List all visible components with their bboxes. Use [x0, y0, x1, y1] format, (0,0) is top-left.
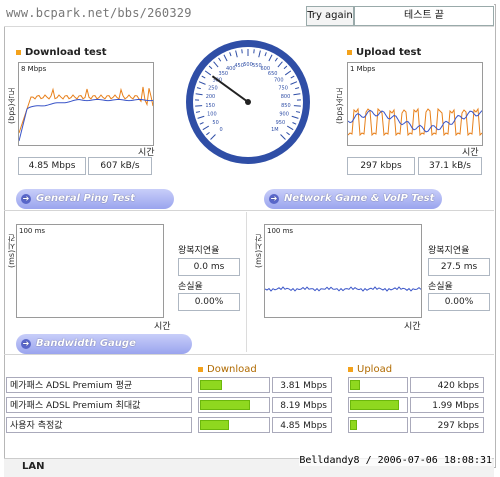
upload-value: 420 kbps	[410, 377, 484, 393]
watermark-text: Belldandy8 / 2006-07-06 18:08:31	[299, 455, 492, 466]
download-value: 4.85 Mbps	[272, 417, 332, 433]
bandwidth-gauge-tab[interactable]: ➔ Bandwidth Gauge	[16, 334, 192, 354]
game-loss-value: 0.00%	[428, 293, 490, 311]
download-bar	[198, 397, 270, 413]
orange-square-icon	[16, 50, 21, 55]
game-time-label: 시간	[404, 319, 421, 332]
bandwidth-upload-header-text: Upload	[357, 364, 392, 375]
download-title-text: Download test	[25, 47, 107, 58]
divider-vertical	[246, 212, 247, 352]
download-bar	[198, 417, 270, 433]
divider-top	[4, 210, 494, 211]
ping-time-label: 시간	[154, 319, 171, 332]
game-rtt-label: 왕복지연율	[428, 243, 469, 256]
upload-bar-fill	[350, 380, 360, 390]
upload-bar-fill	[350, 420, 357, 430]
orange-square-icon	[348, 367, 353, 372]
ping-scale: 100 ms	[19, 227, 45, 235]
download-axis-label: (bps)속도	[6, 66, 17, 124]
upload-chart: 1 Mbps	[347, 62, 483, 146]
gauge-tick-label: 650	[268, 71, 278, 77]
try-again-button[interactable]: Try again	[306, 6, 354, 26]
upload-bar	[348, 417, 408, 433]
game-loss-label: 손실율	[428, 279, 453, 292]
download-series-orange	[19, 87, 153, 133]
upload-series-orange	[348, 109, 482, 135]
gauge-tick-label: 250	[208, 85, 218, 91]
arrow-right-icon: ➔	[269, 194, 279, 204]
general-ping-test-label: General Ping Test	[36, 193, 135, 204]
download-series-blue	[19, 99, 153, 141]
gauge-tick-label: 950	[276, 120, 286, 126]
gauge-tick	[195, 106, 202, 107]
game-rtt-value: 27.5 ms	[428, 258, 490, 276]
network-game-voip-test-tab[interactable]: ➔ Network Game & VoIP Test	[264, 189, 442, 209]
gauge-tick-label: 150	[205, 103, 215, 109]
upload-bar-fill	[350, 400, 399, 410]
download-value: 3.81 Mbps	[272, 377, 332, 393]
speed-gauge: 0501001502002503003504004505005506006507…	[182, 30, 312, 170]
arrow-right-icon: ➔	[21, 339, 31, 349]
gauge-tick-label: 1M	[271, 127, 279, 133]
upload-kbps: 297 kbps	[347, 157, 415, 175]
gauge-tick-label: 750	[278, 85, 288, 91]
download-bar-fill	[200, 380, 222, 390]
upload-title-text: Upload test	[356, 47, 421, 58]
divider-bottom	[4, 354, 494, 355]
game-latency-series	[265, 287, 421, 291]
upload-kbs: 37.1 kB/s	[418, 157, 482, 175]
bandwidth-row-label: 메가패스 ADSL Premium 평균	[6, 377, 192, 393]
download-title: Download test	[16, 47, 107, 58]
page-url: www.bcpark.net/bbs/260329	[6, 6, 192, 20]
download-graph	[19, 63, 153, 145]
gauge-tick-label: 850	[281, 103, 291, 109]
game-graph	[265, 225, 421, 317]
download-value: 8.19 Mbps	[272, 397, 332, 413]
gauge-tick-label: 200	[206, 94, 216, 100]
game-axis-label: (ms)시간	[253, 228, 264, 268]
gauge-tick-label: 700	[274, 78, 284, 84]
ping-chart: 100 ms	[16, 224, 164, 318]
download-bar-fill	[200, 400, 250, 410]
arrow-right-icon: ➔	[21, 194, 31, 204]
network-game-voip-test-label: Network Game & VoIP Test	[284, 193, 434, 204]
ping-rtt-value: 0.0 ms	[178, 258, 240, 276]
upload-value: 297 kbps	[410, 417, 484, 433]
download-kbs: 607 kB/s	[88, 157, 152, 175]
upload-title: Upload test	[347, 47, 421, 58]
gauge-tick-label: 0	[220, 127, 223, 133]
upload-value: 1.99 Mbps	[410, 397, 484, 413]
gauge-tick-label: 800	[281, 94, 291, 100]
bandwidth-download-header: Download	[198, 364, 257, 375]
general-ping-test-tab[interactable]: ➔ General Ping Test	[16, 189, 174, 209]
orange-square-icon	[198, 367, 203, 372]
upload-bar	[348, 397, 408, 413]
gauge-tick-label: 50	[212, 120, 218, 126]
upload-graph	[348, 63, 482, 145]
download-mbps: 4.85 Mbps	[18, 157, 86, 175]
ping-loss-value: 0.00%	[178, 293, 240, 311]
bandwidth-row-label: 메가패스 ADSL Premium 최대값	[6, 397, 192, 413]
download-bar-fill	[200, 420, 229, 430]
game-chart: 100 ms	[264, 224, 422, 318]
bandwidth-download-header-text: Download	[207, 364, 257, 375]
gauge-tick-label: 900	[279, 112, 289, 118]
gauge-tick-label: 100	[207, 112, 217, 118]
ping-rtt-label: 왕복지연율	[178, 243, 219, 256]
download-chart: 8 Mbps	[18, 62, 154, 146]
upload-axis-label: (bps)속도	[334, 66, 345, 124]
ping-loss-label: 손실율	[178, 279, 203, 292]
lan-label: LAN	[22, 461, 44, 472]
bandwidth-upload-header: Upload	[348, 364, 392, 375]
gauge-hub	[245, 99, 251, 105]
upload-bar	[348, 377, 408, 393]
bandwidth-row-label: 사용자 측정값	[6, 417, 192, 433]
orange-square-icon	[347, 50, 352, 55]
download-bar	[198, 377, 270, 393]
test-status: 테스트 끝	[354, 6, 494, 26]
gauge-tick	[294, 106, 301, 107]
bandwidth-gauge-label: Bandwidth Gauge	[36, 338, 136, 349]
